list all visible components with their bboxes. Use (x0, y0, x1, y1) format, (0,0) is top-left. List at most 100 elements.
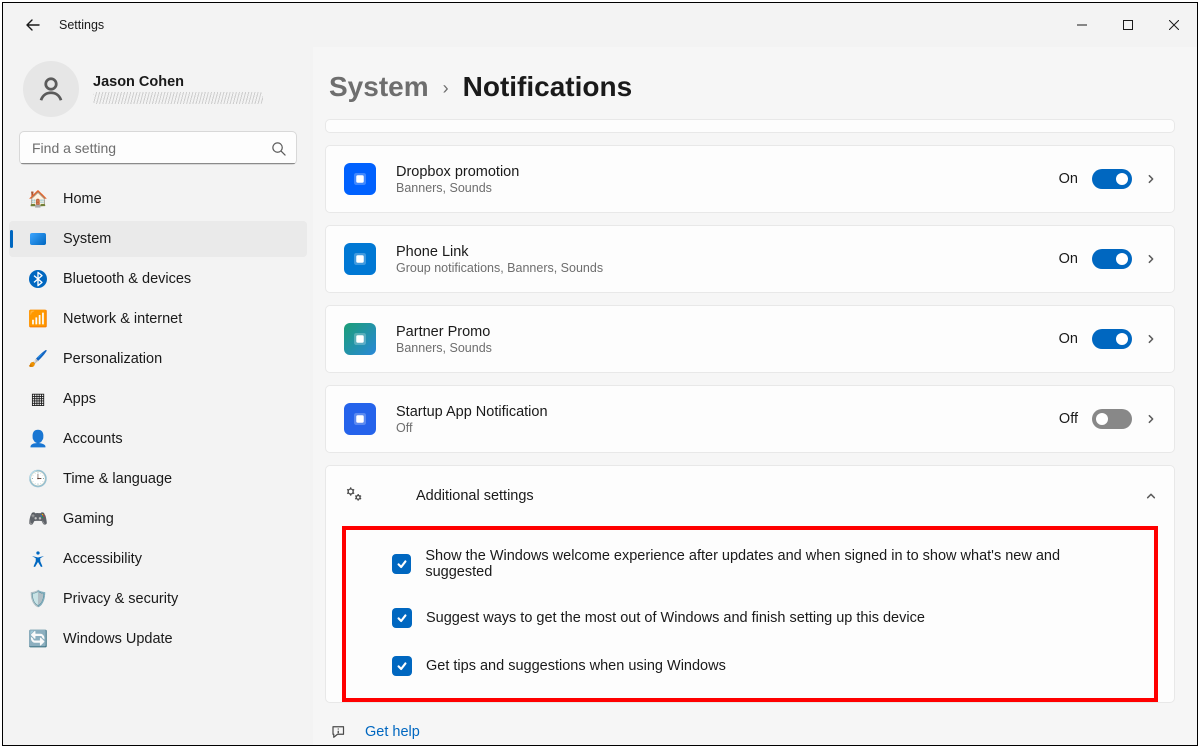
checkbox-label: Suggest ways to get the most out of Wind… (426, 610, 925, 626)
avatar (23, 61, 79, 117)
toggle-status-text: On (1059, 331, 1078, 347)
sidebar-item-home[interactable]: 🏠 Home (9, 181, 307, 217)
app-row-partner[interactable]: Partner PromoBanners, SoundsOn (325, 305, 1175, 373)
profile-text: Jason Cohen (93, 74, 263, 104)
chevron-right-icon (1146, 334, 1156, 344)
window-controls (1059, 9, 1197, 41)
footer-links: Get help Give feedback (325, 723, 1175, 745)
maximize-button[interactable] (1105, 9, 1151, 41)
app-title: Startup App Notification (396, 404, 1059, 420)
sidebar-item-label: Time & language (63, 471, 172, 487)
phonelink-app-icon (344, 243, 376, 275)
chevron-right-icon: › (443, 78, 449, 99)
profile-name: Jason Cohen (93, 74, 263, 90)
sidebar-item-label: Privacy & security (63, 591, 178, 607)
app-title: Dropbox promotion (396, 164, 1059, 180)
sidebar-item-personalization[interactable]: 🖌️ Personalization (9, 341, 307, 377)
partial-card-edge (325, 119, 1175, 133)
notifications-toggle[interactable] (1092, 249, 1132, 269)
search-icon (271, 141, 286, 156)
sidebar-item-accounts[interactable]: 👤Accounts (9, 421, 307, 457)
app-title: Phone Link (396, 244, 1059, 260)
update-icon: 🔄 (29, 630, 47, 648)
titlebar: Settings (3, 3, 1197, 47)
sidebar-item-apps[interactable]: ▦ Apps (9, 381, 307, 417)
sidebar: Jason Cohen Find a setting 🏠 Home System Bl… (3, 47, 313, 745)
window-frame: Settings Jas (2, 2, 1198, 746)
sidebar-item-update[interactable]: 🔄 Windows Update (9, 621, 307, 657)
search-input[interactable]: Find a setting (19, 131, 297, 165)
gears-icon (344, 484, 368, 508)
additional-settings-expander: Additional settings Show the Windows wel… (325, 465, 1175, 703)
additional-settings-header[interactable]: Additional settings (326, 466, 1174, 526)
additional-setting-row: Suggest ways to get the most out of Wind… (362, 608, 1138, 628)
chevron-right-icon (1146, 174, 1156, 184)
nav-list: 🏠 Home System Bluetooth & devices 📶Network &… (3, 177, 313, 657)
dropbox-app-icon (344, 163, 376, 195)
apps-icon: ▦ (29, 390, 47, 408)
partner-app-icon (344, 323, 376, 355)
sidebar-item-gaming[interactable]: 🎮 Gaming (9, 501, 307, 537)
chevron-right-icon (1146, 254, 1156, 264)
sidebar-item-label: System (63, 231, 111, 247)
privacy-icon: 🛡️ (29, 590, 47, 608)
sidebar-item-system[interactable]: System (9, 221, 307, 257)
breadcrumb: System › Notifications (325, 47, 1175, 107)
notifications-toggle[interactable] (1092, 409, 1132, 429)
help-icon (329, 723, 349, 741)
back-button[interactable] (23, 15, 43, 35)
accessibility-icon (29, 550, 47, 568)
close-icon (1169, 20, 1179, 30)
app-subtitle: Group notifications, Banners, Sounds (396, 261, 1059, 275)
notifications-toggle[interactable] (1092, 169, 1132, 189)
toggle-status-text: Off (1059, 411, 1078, 427)
get-help-link[interactable]: Get help (329, 723, 1175, 741)
checkbox[interactable] (392, 656, 412, 676)
bluetooth-icon (29, 270, 47, 288)
checkbox[interactable] (392, 608, 412, 628)
checkbox-label: Show the Windows welcome experience afte… (425, 548, 1108, 580)
notifications-toggle[interactable] (1092, 329, 1132, 349)
toggle-status-text: On (1059, 171, 1078, 187)
breadcrumb-root[interactable]: System (329, 71, 429, 103)
close-button[interactable] (1151, 9, 1197, 41)
app-subtitle: Banners, Sounds (396, 341, 1059, 355)
sidebar-item-label: Windows Update (63, 631, 173, 647)
sidebar-item-label: Personalization (63, 351, 162, 367)
additional-setting-row: Show the Windows welcome experience afte… (362, 548, 1138, 580)
checkbox[interactable] (392, 554, 411, 574)
get-help-label: Get help (365, 724, 420, 740)
person-icon (36, 74, 66, 104)
sidebar-item-bluetooth[interactable]: Bluetooth & devices (9, 261, 307, 297)
sidebar-item-accessibility[interactable]: Accessibility (9, 541, 307, 577)
system-icon (29, 230, 47, 248)
accounts-icon: 👤 (29, 430, 47, 448)
maximize-icon (1123, 20, 1133, 30)
sidebar-item-label: Bluetooth & devices (63, 271, 191, 287)
sidebar-item-label: Gaming (63, 511, 114, 527)
app-subtitle: Banners, Sounds (396, 181, 1059, 195)
minimize-button[interactable] (1059, 9, 1105, 41)
app-title: Settings (59, 18, 104, 32)
minimize-icon (1077, 20, 1087, 30)
chevron-right-icon (1146, 414, 1156, 424)
home-icon: 🏠 (29, 190, 47, 208)
main-content: System › Notifications Dropbox promotion… (313, 47, 1197, 745)
sidebar-item-label: Home (63, 191, 102, 207)
sidebar-item-label: Network & internet (63, 311, 182, 327)
time-icon: 🕒 (29, 470, 47, 488)
app-row-phonelink[interactable]: Phone LinkGroup notifications, Banners, … (325, 225, 1175, 293)
search-placeholder: Find a setting (32, 140, 271, 156)
profile-block[interactable]: Jason Cohen (3, 47, 313, 123)
gaming-icon: 🎮 (29, 510, 47, 528)
checkbox-label: Get tips and suggestions when using Wind… (426, 658, 726, 674)
personalization-icon: 🖌️ (29, 350, 47, 368)
app-row-dropbox[interactable]: Dropbox promotionBanners, SoundsOn (325, 145, 1175, 213)
additional-setting-row: Get tips and suggestions when using Wind… (362, 656, 1138, 676)
sidebar-item-privacy[interactable]: 🛡️ Privacy & security (9, 581, 307, 617)
sidebar-item-network[interactable]: 📶Network & internet (9, 301, 307, 337)
sidebar-item-label: Apps (63, 391, 96, 407)
sidebar-item-time[interactable]: 🕒 Time & language (9, 461, 307, 497)
app-row-startup[interactable]: Startup App NotificationOffOff (325, 385, 1175, 453)
breadcrumb-leaf: Notifications (463, 71, 633, 103)
